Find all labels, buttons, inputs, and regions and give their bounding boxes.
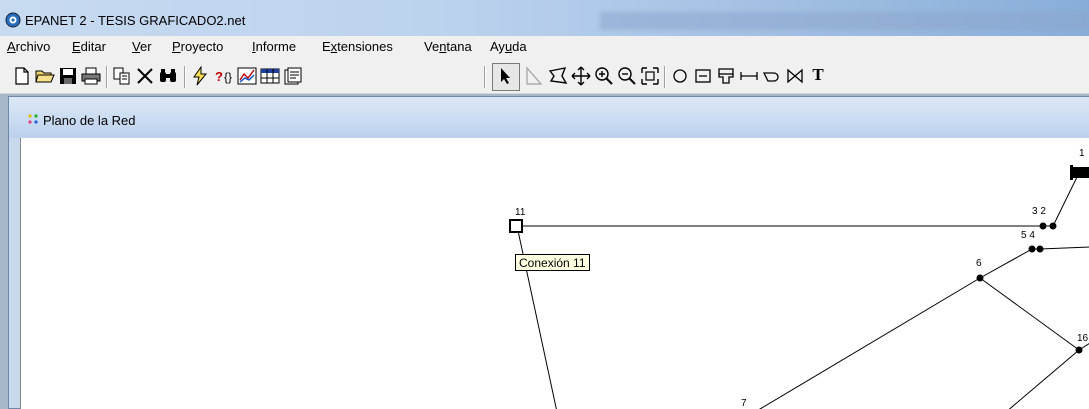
query-icon[interactable]: ? {} [214, 66, 234, 86]
junction-node-6 [976, 274, 984, 282]
menu-ventana[interactable]: Ventana [424, 39, 472, 54]
add-pump-icon[interactable] [762, 66, 782, 86]
menu-ver[interactable]: Ver [132, 39, 152, 54]
junction-node-4 [1036, 245, 1044, 253]
network-map-canvas[interactable] [20, 138, 1089, 409]
window-title: EPANET 2 - TESIS GRAFICADO2.net [25, 13, 246, 28]
junction-node-5 [1028, 245, 1036, 253]
pipe-6-16 [979, 277, 1080, 351]
menu-extensiones[interactable]: Extensiones [322, 39, 393, 54]
window-titlebar[interactable]: EPANET 2 - TESIS GRAFICADO2.net [0, 0, 1089, 36]
find-icon[interactable] [158, 66, 178, 86]
select-vertex-icon[interactable] [524, 66, 544, 86]
menu-editar[interactable]: Editar [72, 39, 106, 54]
print-icon[interactable] [81, 66, 101, 86]
full-extent-icon[interactable] [640, 66, 660, 86]
options-icon[interactable] [283, 66, 303, 86]
reservoir-node-1-cap [1070, 165, 1073, 180]
menu-bar: Archivo Editar Ver Proyecto Informe Exte… [0, 36, 1089, 58]
node-label-6: 6 [976, 258, 982, 269]
menu-archivo[interactable]: Archivo [7, 39, 50, 54]
select-region-icon[interactable] [548, 66, 568, 86]
menu-informe[interactable]: Informe [252, 39, 296, 54]
toolbar: ? {} T [0, 58, 1089, 94]
run-icon[interactable] [190, 66, 210, 86]
reservoir-node-1 [1071, 167, 1089, 178]
node-label-16: 16 [1077, 333, 1089, 344]
add-valve-icon[interactable] [785, 66, 805, 86]
delete-icon[interactable] [135, 66, 155, 86]
junction-node-16 [1075, 346, 1083, 354]
pipe-2-1 [1052, 172, 1080, 227]
add-reservoir-icon[interactable] [693, 66, 713, 86]
save-icon[interactable] [58, 66, 78, 86]
pan-icon[interactable] [571, 66, 591, 86]
junction-node-3 [1039, 222, 1047, 230]
add-junction-icon[interactable] [670, 66, 690, 86]
graph-icon[interactable] [237, 66, 257, 86]
add-tank-icon[interactable] [716, 66, 736, 86]
open-folder-icon[interactable] [35, 66, 55, 86]
zoom-out-icon[interactable] [617, 66, 637, 86]
node-label-5-4: 5 4 [1021, 230, 1035, 241]
pipe-6-7 [759, 277, 981, 409]
node-label-1: 1 [1079, 148, 1085, 159]
copy-icon[interactable] [112, 66, 132, 86]
network-drawing[interactable] [21, 138, 1089, 409]
map-window-icon [28, 114, 38, 124]
toolbar-separator [106, 66, 108, 88]
pipe-16-south [1008, 349, 1080, 409]
epanet-app-icon[interactable] [5, 12, 21, 28]
table-icon[interactable] [260, 66, 280, 86]
pipe-4-east [1039, 246, 1089, 250]
zoom-in-icon[interactable] [594, 66, 614, 86]
node-label-7: 7 [741, 398, 747, 409]
toolbar-separator [484, 66, 486, 88]
junction-node-11 [509, 219, 523, 233]
svg-text:?: ? [215, 69, 223, 84]
toolbar-separator [664, 66, 666, 88]
menu-ayuda[interactable]: Ayuda [490, 39, 527, 54]
pipe-5-6 [979, 248, 1033, 279]
network-map-title: Plano de la Red [43, 113, 136, 128]
select-arrow-icon[interactable] [496, 66, 516, 86]
add-pipe-icon[interactable] [739, 66, 759, 86]
add-label-icon[interactable]: T [808, 64, 828, 84]
network-map-titlebar[interactable] [9, 97, 1089, 138]
node-label-3-2: 3 2 [1032, 206, 1046, 217]
node-tooltip: Conexión 11 [515, 254, 590, 271]
toolbar-separator [184, 66, 186, 88]
node-label-11: 11 [515, 207, 526, 218]
junction-node-2 [1049, 222, 1057, 230]
menu-proyecto[interactable]: Proyecto [172, 39, 223, 54]
svg-text:{}: {} [224, 70, 232, 84]
new-file-icon[interactable] [12, 66, 32, 86]
title-blurred-region [600, 12, 1089, 30]
